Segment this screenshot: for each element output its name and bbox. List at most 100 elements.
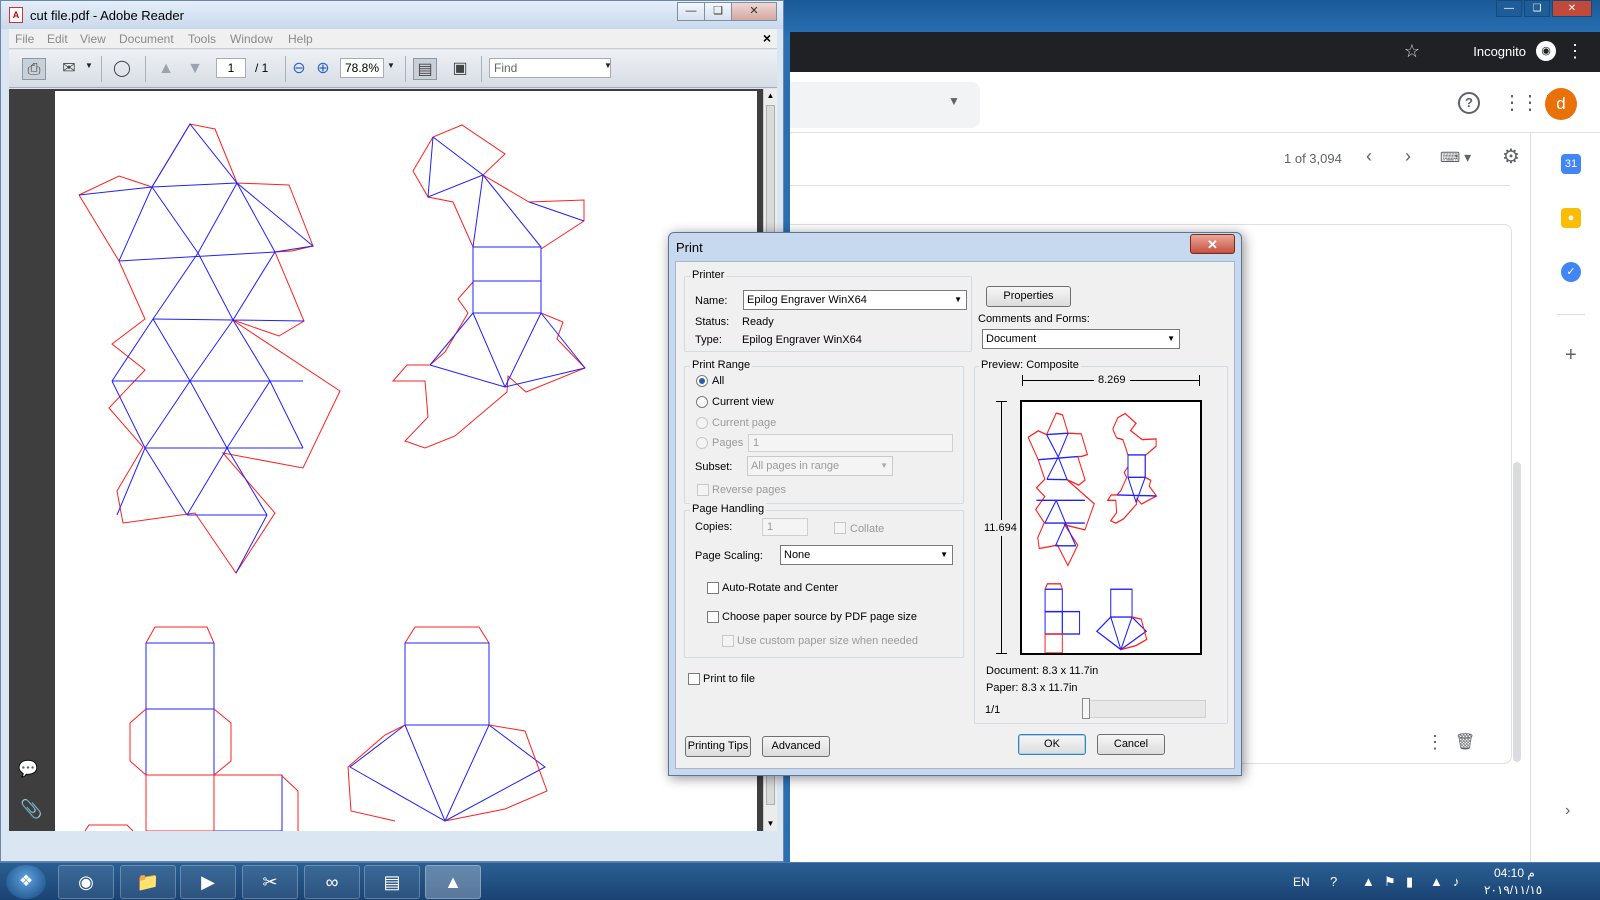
zoom-out-icon[interactable]: ⊖ (287, 58, 311, 80)
taskbar-arduino-icon[interactable]: ∞ (304, 865, 360, 899)
taskbar-explorer-icon[interactable]: 📁 (120, 865, 176, 899)
gmail-scrollbar[interactable] (1513, 462, 1521, 762)
settings-gear-icon[interactable]: ⚙ (1502, 144, 1520, 169)
menu-window[interactable]: Window (230, 32, 273, 46)
more-options-icon[interactable]: ⋮ (1426, 732, 1444, 753)
volume-icon[interactable]: ♪ (1453, 874, 1460, 889)
scrolling-mode-icon[interactable]: ▤ (413, 58, 437, 80)
network-signal-icon[interactable]: ▲ (1430, 874, 1443, 889)
bookmark-star-icon[interactable]: ☆ (1404, 41, 1420, 62)
menu-edit[interactable]: Edit (47, 32, 68, 46)
taskbar-snipping-tool-icon[interactable]: ✂ (242, 865, 298, 899)
reader-minimize-button[interactable]: — (677, 2, 705, 21)
account-avatar[interactable]: d (1545, 88, 1577, 120)
collaborate-icon[interactable]: ◯ (110, 58, 134, 80)
range-current-view-radio[interactable] (696, 396, 708, 408)
action-center-flag-icon[interactable]: ⚑ (1384, 874, 1396, 890)
attachment-icon[interactable]: 📎 (20, 799, 42, 820)
menu-file[interactable]: File (15, 32, 34, 46)
comments-forms-select[interactable]: Document ▼ (982, 329, 1180, 349)
previous-message-icon[interactable]: ‹ (1366, 146, 1372, 167)
clock-time[interactable]: 04:10 م (1494, 866, 1535, 880)
chrome-minimize-button[interactable]: — (1496, 0, 1522, 17)
chrome-restore-button[interactable]: ❑ (1524, 0, 1550, 17)
tasks-icon[interactable]: ✓ (1561, 262, 1581, 282)
language-indicator[interactable]: EN (1293, 875, 1310, 889)
menu-tools[interactable]: Tools (188, 32, 216, 46)
expand-panel-icon[interactable]: › (1565, 802, 1570, 820)
zoom-level-field[interactable]: 78.8% (340, 58, 384, 78)
taskbar-powerpoint-icon[interactable]: ▤ (364, 865, 420, 899)
fit-page-icon[interactable]: ▣ (448, 58, 472, 80)
auto-rotate-checkbox[interactable] (707, 582, 719, 594)
show-hidden-icons-icon[interactable]: ▲ (1362, 874, 1375, 889)
subset-select[interactable]: All pages in range ▼ (747, 456, 893, 476)
keep-icon[interactable]: ● (1561, 208, 1581, 228)
clock-date[interactable]: ٢٠١٩/١١/١٥ (1484, 883, 1542, 897)
menu-view[interactable]: View (80, 32, 106, 46)
preview-label: Preview: Composite (979, 359, 1081, 371)
cancel-button[interactable]: Cancel (1097, 734, 1165, 755)
share-dropdown-icon[interactable]: ▼ (85, 61, 93, 70)
pdf-file-icon: A (9, 7, 23, 23)
incognito-icon[interactable]: ◉ (1536, 41, 1556, 61)
find-input[interactable]: Find (489, 58, 611, 78)
scroll-up-icon[interactable]: ▲ (764, 89, 777, 103)
help-tray-icon[interactable]: ? (1330, 874, 1337, 889)
trash-icon[interactable]: 🗑 (1455, 732, 1475, 752)
menu-help[interactable]: Help (288, 32, 313, 46)
range-current-page-radio[interactable] (696, 417, 708, 429)
zoom-dropdown-icon[interactable]: ▼ (387, 61, 395, 70)
calendar-icon[interactable]: 31 (1561, 154, 1581, 174)
collate-checkbox[interactable] (834, 522, 846, 534)
share-icon[interactable]: ✉ (57, 58, 81, 80)
page-scaling-select[interactable]: None ▼ (780, 545, 953, 565)
help-icon[interactable]: ? (1458, 92, 1480, 114)
scroll-down-icon[interactable]: ▼ (764, 817, 777, 831)
find-dropdown-icon[interactable]: ▼ (604, 61, 612, 70)
advanced-button[interactable]: Advanced (762, 736, 830, 757)
preview-page-slider-thumb[interactable] (1082, 698, 1090, 719)
chrome-menu-icon[interactable]: ⋮ (1566, 41, 1584, 62)
printer-name-select[interactable]: Epilog Engraver WinX64 ▼ (743, 290, 967, 310)
properties-button[interactable]: Properties (986, 286, 1071, 307)
copies-input[interactable]: 1 (762, 518, 808, 536)
next-page-icon[interactable]: ▼ (183, 58, 207, 80)
range-pages-radio[interactable] (696, 437, 708, 449)
paper-source-checkbox[interactable] (707, 611, 719, 623)
preview-page-slider[interactable] (1082, 700, 1206, 718)
range-all-radio[interactable] (696, 375, 708, 387)
print-dialog-body: Printer Name: Epilog Engraver WinX64 ▼ S… (675, 261, 1235, 769)
menu-document[interactable]: Document (119, 32, 174, 46)
taskbar-media-player-icon[interactable]: ▶ (180, 865, 236, 899)
preview-height-label: 11.694 (984, 520, 1017, 536)
taskbar-adobe-reader-icon[interactable]: ▲ (425, 865, 481, 899)
custom-paper-checkbox[interactable] (722, 635, 734, 647)
ok-button[interactable]: OK (1018, 734, 1086, 755)
width-dimension-tick (1199, 375, 1200, 386)
custom-paper-label: Use custom paper size when needed (737, 635, 918, 647)
reverse-pages-checkbox[interactable] (697, 484, 709, 496)
comments-icon[interactable]: 💬 (18, 759, 38, 779)
keyboard-icon[interactable]: ⌨ ▾ (1440, 149, 1471, 166)
previous-page-icon[interactable]: ▲ (154, 58, 178, 80)
reader-close-button[interactable]: ✕ (731, 2, 777, 21)
start-button[interactable]: ❖ (6, 865, 46, 899)
reader-restore-button[interactable]: ❑ (704, 2, 732, 21)
search-options-icon[interactable]: ▼ (948, 94, 960, 108)
print-icon[interactable]: ⎙ (22, 58, 46, 80)
page-number-input[interactable]: 1 (216, 58, 246, 78)
toolbar-separator (145, 56, 146, 82)
chrome-close-button[interactable]: ✕ (1552, 0, 1592, 17)
pages-input[interactable]: 1 (748, 434, 953, 452)
print-dialog-close-button[interactable]: ✕ (1190, 234, 1235, 254)
add-addon-icon[interactable]: + (1565, 344, 1577, 367)
zoom-in-icon[interactable]: ⊕ (311, 58, 335, 80)
battery-icon[interactable]: ▮ (1406, 874, 1413, 890)
print-to-file-checkbox[interactable] (688, 673, 700, 685)
printing-tips-button[interactable]: Printing Tips (685, 736, 751, 757)
document-close-icon[interactable]: × (763, 30, 771, 46)
taskbar-chrome-icon[interactable]: ◉ (58, 865, 114, 899)
toolbar-separator (481, 56, 482, 82)
next-message-icon[interactable]: › (1405, 146, 1411, 167)
